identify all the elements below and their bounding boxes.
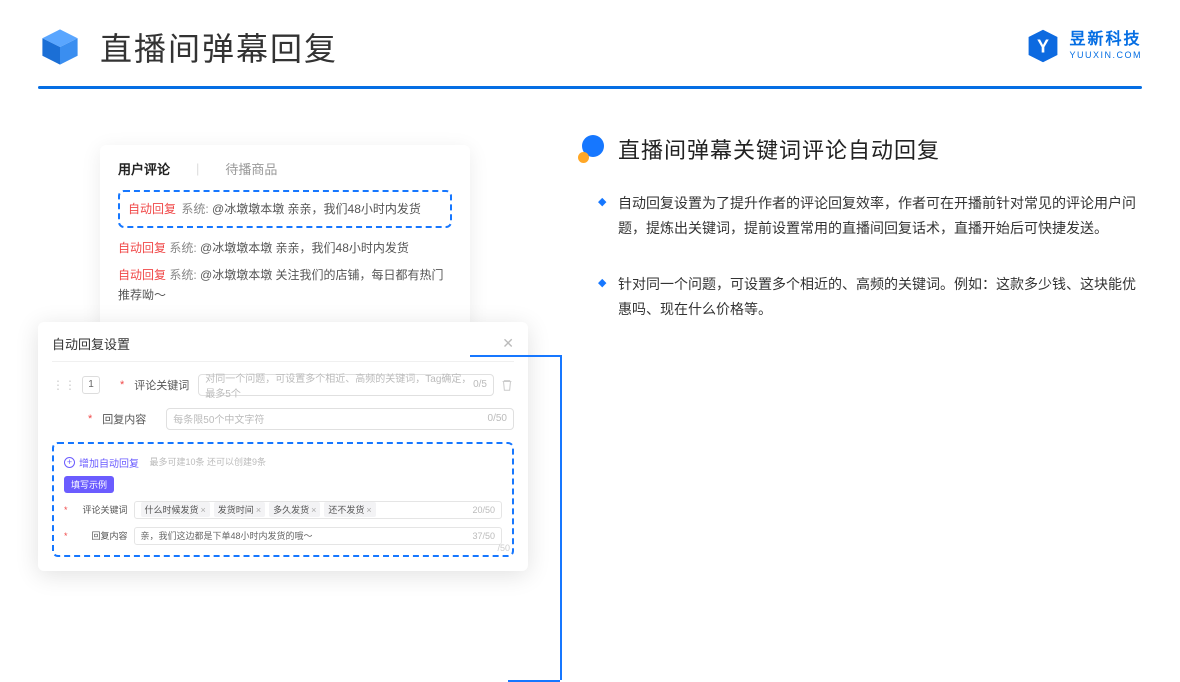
auto-reply-settings-panel: 自动回复设置 ✕ ⋮⋮ 1 * 评论关键词 对同一个问题，可设置多个相近、高频的…: [38, 322, 528, 571]
logo-cn: 昱新科技: [1069, 32, 1142, 48]
rule-number: 1: [82, 376, 100, 394]
keyword-label: 评论关键词: [134, 377, 192, 393]
page-title: 直播间弹幕回复: [100, 24, 338, 70]
section-title: 直播间弹幕关键词评论自动回复: [618, 133, 940, 165]
svg-text:Y: Y: [1037, 36, 1049, 56]
example-badge: 填写示例: [64, 476, 114, 493]
tag-chip[interactable]: 什么时候发货×: [141, 502, 210, 517]
tag-chip[interactable]: 还不发货×: [324, 502, 375, 517]
example-block: +增加自动回复 最多可建10条 还可以创建9条 填写示例 * 评论关键词 什么时…: [52, 442, 514, 557]
bullet-2: 针对同一个问题，可设置多个相近的、高频的关键词。例如：这款多少钱、这块能优惠吗、…: [598, 272, 1142, 321]
drag-handle-icon[interactable]: ⋮⋮: [52, 379, 76, 391]
bullet-1: 自动回复设置为了提升作者的评论回复效率，作者可在开播前针对常见的评论用户问题，提…: [598, 191, 1142, 240]
reply-input[interactable]: 每条限50个中文字符 0/50: [166, 408, 514, 430]
tag-chip[interactable]: 发货时间×: [214, 502, 265, 517]
tab-comments[interactable]: 用户评论: [118, 159, 170, 178]
brand-logo: Y 昱新科技 YUUXIN.COM: [1025, 28, 1142, 64]
close-icon[interactable]: ✕: [502, 335, 514, 352]
keyword-input[interactable]: 对同一个问题，可设置多个相近、高频的关键词，Tag确定，最多5个 0/5: [198, 374, 494, 396]
trash-icon[interactable]: [500, 378, 514, 392]
comments-panel: 用户评论 | 待播商品 自动回复 系统: @冰墩墩本墩 亲亲，我们48小时内发货…: [100, 145, 470, 332]
tag-chip[interactable]: 多久发货×: [269, 502, 320, 517]
example-reply-input[interactable]: 亲，我们这边都是下单48小时内发货的哦～ 37/50: [134, 527, 502, 545]
cube-icon: [38, 25, 82, 69]
bullet-icon: [578, 135, 606, 163]
tab-products[interactable]: 待播商品: [225, 159, 277, 178]
connector-line: [560, 355, 562, 680]
settings-title: 自动回复设置: [52, 334, 130, 353]
reply-label: 回复内容: [102, 411, 160, 427]
example-keyword-input[interactable]: 什么时候发货×发货时间×多久发货×还不发货× 20/50: [134, 501, 502, 519]
add-reply-link[interactable]: +增加自动回复: [64, 455, 139, 470]
logo-en: YUUXIN.COM: [1069, 50, 1142, 60]
connector-line: [470, 355, 560, 357]
highlighted-message: 自动回复 系统: @冰墩墩本墩 亲亲，我们48小时内发货: [118, 190, 452, 228]
